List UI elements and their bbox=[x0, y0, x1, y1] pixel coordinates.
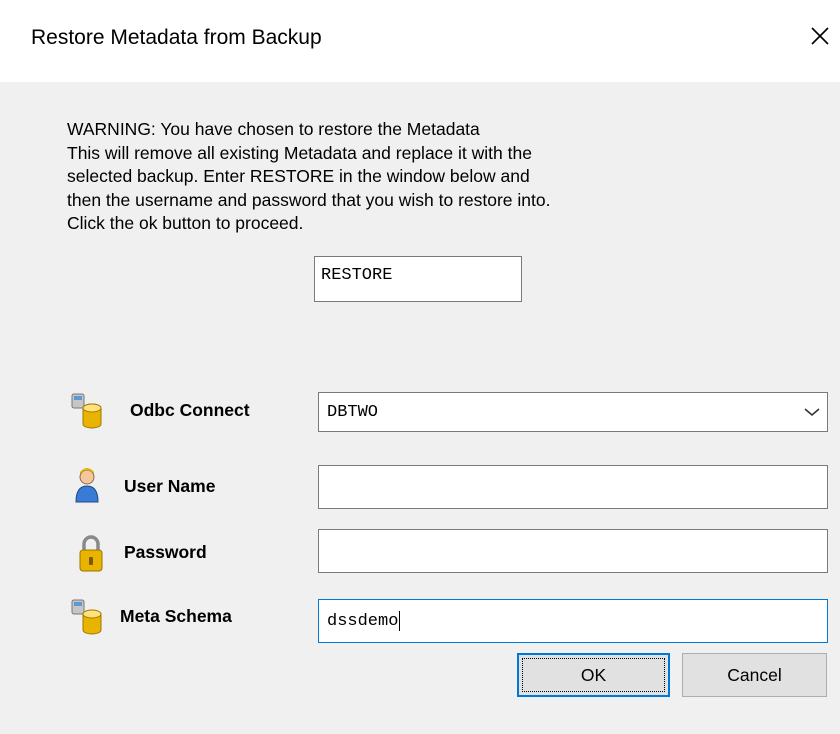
restore-confirm-input[interactable]: RESTORE bbox=[314, 256, 522, 302]
user-name-label: User Name bbox=[124, 476, 216, 496]
text-caret bbox=[399, 611, 401, 631]
database-icon bbox=[71, 599, 102, 635]
database-icon bbox=[71, 393, 102, 429]
odbc-connect-value: DBTWO bbox=[327, 402, 379, 422]
odbc-connect-label: Odbc Connect bbox=[130, 400, 250, 420]
user-icon bbox=[75, 468, 99, 503]
meta-schema-value: dssdemo bbox=[327, 611, 399, 631]
close-button[interactable] bbox=[800, 14, 840, 58]
warning-line: selected backup. Enter RESTORE in the wi… bbox=[67, 166, 530, 186]
focus-rectangle bbox=[522, 658, 665, 692]
warning-line: Click the ok button to proceed. bbox=[67, 213, 304, 233]
ok-button[interactable]: OK bbox=[517, 653, 670, 697]
password-input[interactable] bbox=[318, 529, 828, 573]
cancel-button[interactable]: Cancel bbox=[682, 653, 827, 697]
lock-icon bbox=[79, 535, 103, 572]
dialog-body: WARNING: You have chosen to restore the … bbox=[0, 82, 840, 734]
cancel-button-label: Cancel bbox=[727, 664, 782, 685]
warning-line: WARNING: You have chosen to restore the … bbox=[67, 119, 480, 139]
meta-schema-input[interactable]: dssdemo bbox=[318, 599, 828, 643]
warning-line: then the username and password that you … bbox=[67, 189, 551, 210]
close-icon bbox=[811, 27, 829, 45]
password-label: Password bbox=[124, 542, 207, 562]
warning-line: This will remove all existing Metadata a… bbox=[67, 142, 532, 163]
window-title: Restore Metadata from Backup bbox=[31, 26, 322, 49]
odbc-connect-dropdown[interactable]: DBTWO bbox=[318, 392, 828, 432]
warning-text: WARNING: You have chosen to restore the … bbox=[67, 118, 707, 236]
chevron-down-icon bbox=[804, 408, 820, 417]
meta-schema-label: Meta Schema bbox=[120, 606, 232, 626]
title-bar: Restore Metadata from Backup bbox=[0, 0, 840, 82]
user-name-input[interactable] bbox=[318, 465, 828, 509]
